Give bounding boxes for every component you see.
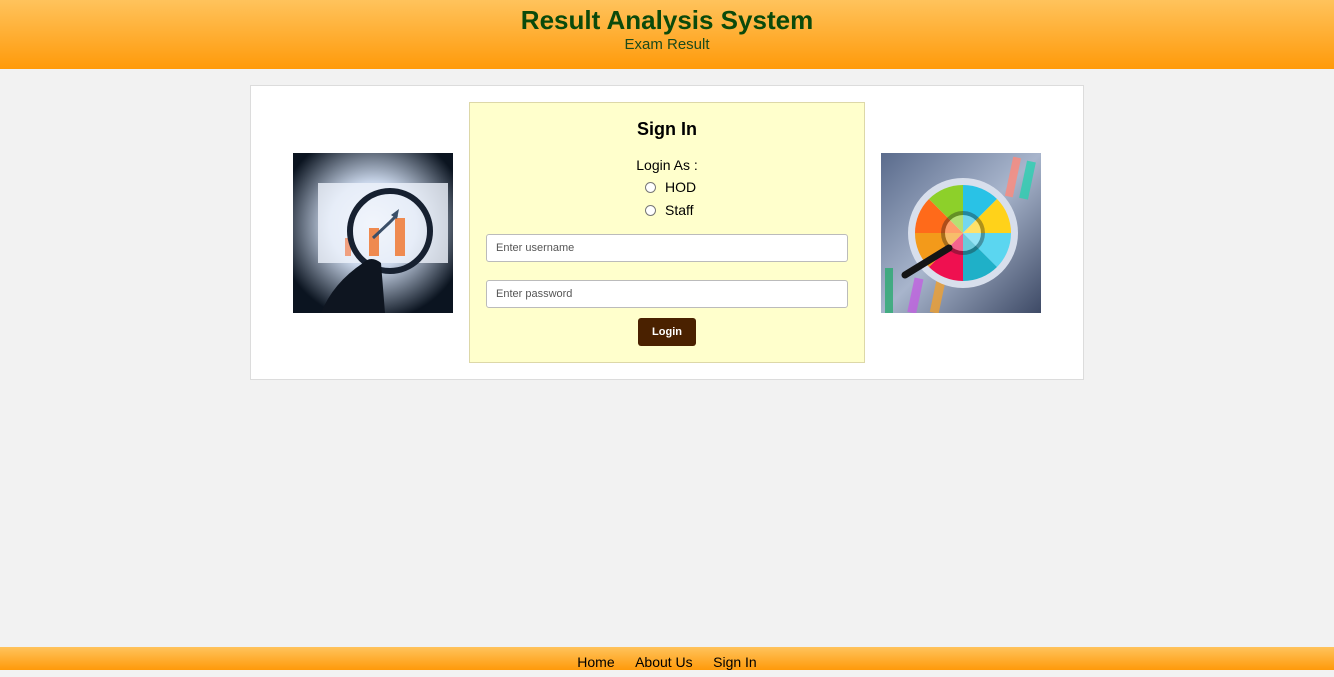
- role-label-hod: HOD: [665, 179, 697, 195]
- signin-form: Sign In Login As : HOD Staff Login: [469, 102, 865, 363]
- password-input[interactable]: [486, 280, 848, 308]
- footer-link-sign-in[interactable]: Sign In: [713, 647, 757, 677]
- role-option-staff[interactable]: Staff: [645, 202, 694, 218]
- login-as-label: Login As :: [636, 157, 698, 173]
- login-button[interactable]: Login: [638, 318, 696, 346]
- radio-staff[interactable]: [645, 204, 656, 216]
- site-header: Result Analysis System Exam Result: [0, 0, 1334, 69]
- role-option-hod[interactable]: HOD: [645, 179, 696, 195]
- page-title: Result Analysis System: [520, 5, 814, 35]
- role-label-staff: Staff: [665, 202, 694, 218]
- signin-title: Sign In: [637, 119, 697, 139]
- site-footer: Home About Us Sign In: [0, 647, 1334, 670]
- magnifier-pie-chart-image: [881, 153, 1041, 313]
- magnifier-bar-chart-image: [293, 153, 453, 313]
- footer-link-about-us[interactable]: About Us: [635, 647, 693, 677]
- main-panel: Sign In Login As : HOD Staff Login: [250, 85, 1084, 380]
- page-subtitle: Exam Result: [624, 36, 710, 53]
- footer-link-home[interactable]: Home: [577, 647, 614, 677]
- radio-hod[interactable]: [645, 181, 656, 193]
- username-input[interactable]: [486, 234, 848, 262]
